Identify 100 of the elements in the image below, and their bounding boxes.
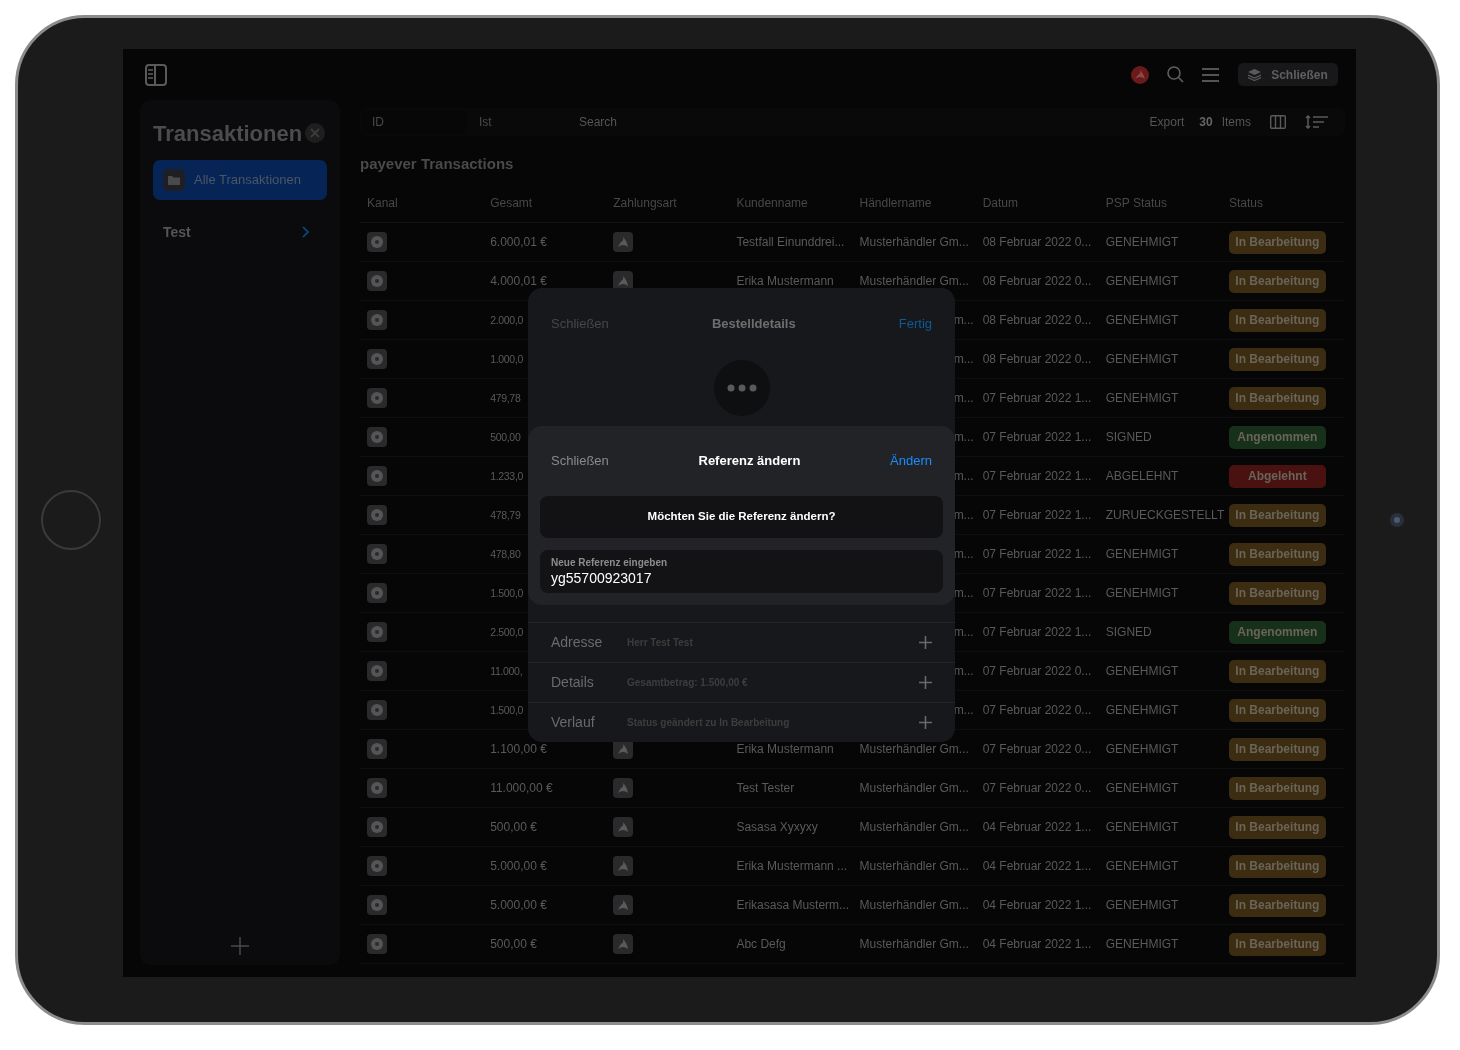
table-cell: 4.000,01 € — [490, 274, 547, 288]
table-cell: GENEHMIGT — [1105, 586, 1179, 600]
item-count: 30 — [1199, 114, 1213, 131]
export-button[interactable]: Export — [1149, 113, 1185, 131]
table-cell: 5.000,00 € — [490, 898, 547, 912]
table-cell: Erikasasa Musterm... — [736, 898, 850, 912]
table-cell: 07 Februar 2022 1... — [982, 391, 1092, 405]
home-button[interactable] — [40, 490, 101, 550]
status-badge: In Bearbeitung — [1228, 893, 1326, 917]
column-header[interactable]: PSP Status — [1105, 196, 1167, 210]
section-label[interactable]: Details — [551, 672, 627, 693]
column-header[interactable]: Kundenname — [736, 196, 808, 210]
table-title: payever Transactions — [360, 154, 515, 174]
status-badge: In Bearbeitung — [1228, 230, 1326, 254]
table-cell: GENEHMIGT — [1105, 742, 1179, 756]
table-cell: 07 Februar 2022 0... — [982, 781, 1092, 795]
column-header[interactable]: Status — [1228, 196, 1263, 210]
status-badge: In Bearbeitung — [1228, 542, 1326, 566]
table-cell: m... — [953, 664, 974, 678]
table-cell: 08 Februar 2022 0... — [982, 274, 1092, 288]
table-cell: 1.233,0 — [490, 470, 524, 482]
flame-icon — [613, 778, 634, 798]
status-badge: In Bearbeitung — [1228, 815, 1326, 839]
table-cell: 500,00 — [490, 431, 521, 443]
message-box: Möchten Sie die Referenz ändern? — [540, 496, 943, 538]
flame-icon — [613, 817, 634, 837]
table-cell: 07 Februar 2022 0... — [982, 664, 1092, 678]
flame-icon — [613, 856, 634, 876]
table-cell: GENEHMIGT — [1105, 781, 1179, 795]
plus-icon[interactable] — [919, 716, 932, 729]
reference-field[interactable]: Neue Referenz eingeben yg55700923017 — [540, 550, 943, 593]
sidebar-title: Transaktionen — [153, 119, 303, 148]
status-badge: In Bearbeitung — [1228, 659, 1326, 683]
folder-icon — [163, 169, 185, 191]
table-cell: Musterhändler Gm... — [859, 781, 969, 795]
section-label[interactable]: Adresse — [551, 632, 627, 653]
table-cell: GENEHMIGT — [1105, 352, 1179, 366]
table-cell: 08 Februar 2022 0... — [982, 235, 1092, 249]
close-link[interactable]: Schließen — [551, 451, 609, 471]
filter-dropdown[interactable]: Ist — [479, 113, 579, 131]
sidebar-item[interactable]: Alle Transaktionen — [153, 160, 327, 200]
done-link[interactable]: Fertig — [898, 314, 932, 334]
table-cell: 07 Februar 2022 1... — [982, 625, 1092, 639]
table-cell: GENEHMIGT — [1105, 937, 1179, 951]
sidebar-toggle-icon[interactable] — [145, 63, 167, 86]
panel-title: Bestelldetails — [711, 315, 796, 334]
status-badge: In Bearbeitung — [1228, 308, 1326, 332]
columns-icon[interactable] — [1270, 115, 1286, 129]
table-cell: m... — [953, 625, 974, 639]
sort-icon[interactable] — [1305, 115, 1328, 129]
status-badge: Angenommen — [1228, 425, 1326, 449]
table-cell: 478,79 — [490, 509, 521, 521]
search-icon[interactable] — [1167, 66, 1184, 83]
table-cell: 07 Februar 2022 1... — [982, 508, 1092, 522]
camera-lens — [1389, 513, 1404, 527]
chevron-right-icon — [302, 226, 309, 238]
table-cell: GENEHMIGT — [1105, 859, 1179, 873]
reference-input[interactable]: yg55700923017 — [551, 569, 932, 587]
status-badge: In Bearbeitung — [1228, 581, 1326, 605]
table-cell: Erika Mustermann — [736, 742, 834, 756]
close-button[interactable]: Schließen — [1238, 63, 1338, 86]
table-cell: 478,80 — [490, 548, 521, 560]
table-cell: Testfall Einunddrei... — [736, 235, 845, 249]
status-badge: In Bearbeitung — [1228, 854, 1326, 878]
section-label[interactable]: Verlauf — [551, 712, 627, 733]
table-cell: Erika Mustermann ... — [736, 859, 848, 873]
table-cell: Musterhändler Gm... — [859, 937, 969, 951]
change-link[interactable]: Ändern — [890, 451, 932, 471]
close-icon[interactable] — [305, 123, 326, 143]
table-cell: m... — [953, 703, 974, 717]
plus-icon[interactable] — [919, 676, 932, 689]
table-cell: 07 Februar 2022 1... — [982, 547, 1092, 561]
column-header[interactable]: Gesamt — [490, 196, 533, 210]
table-cell: GENEHMIGT — [1105, 235, 1179, 249]
table-cell: Musterhändler Gm... — [859, 859, 969, 873]
table-cell: 2.500,0 — [490, 626, 524, 638]
ellipsis-icon — [726, 384, 757, 392]
search-field[interactable]: Search — [579, 110, 879, 134]
field-label: Neue Referenz eingeben — [551, 556, 669, 569]
flame-icon — [613, 232, 634, 252]
plus-icon[interactable] — [919, 636, 932, 649]
column-header[interactable]: Zahlungsart — [613, 196, 677, 210]
table-cell: GENEHMIGT — [1105, 274, 1179, 288]
table-cell: GENEHMIGT — [1105, 898, 1179, 912]
status-badge: In Bearbeitung — [1228, 698, 1326, 722]
table-cell: 07 Februar 2022 0... — [982, 703, 1092, 717]
column-header[interactable]: Händlername — [859, 196, 932, 210]
sidebar-item[interactable]: Test — [153, 212, 327, 252]
column-header[interactable]: Kanal — [367, 196, 398, 210]
flame-logo-icon[interactable] — [1131, 65, 1149, 84]
table-cell: Musterhändler Gm... — [859, 235, 969, 249]
column-header[interactable]: Datum — [982, 196, 1018, 210]
table-cell: GENEHMIGT — [1105, 391, 1179, 405]
plus-icon[interactable] — [231, 937, 249, 955]
menu-icon[interactable] — [1202, 66, 1219, 83]
table-cell: Erika Mustermann — [736, 274, 834, 288]
table-cell: Musterhändler Gm... — [859, 820, 969, 834]
table-cell: Test Tester — [736, 781, 795, 795]
status-badge: In Bearbeitung — [1228, 347, 1326, 371]
flame-icon — [613, 895, 634, 915]
